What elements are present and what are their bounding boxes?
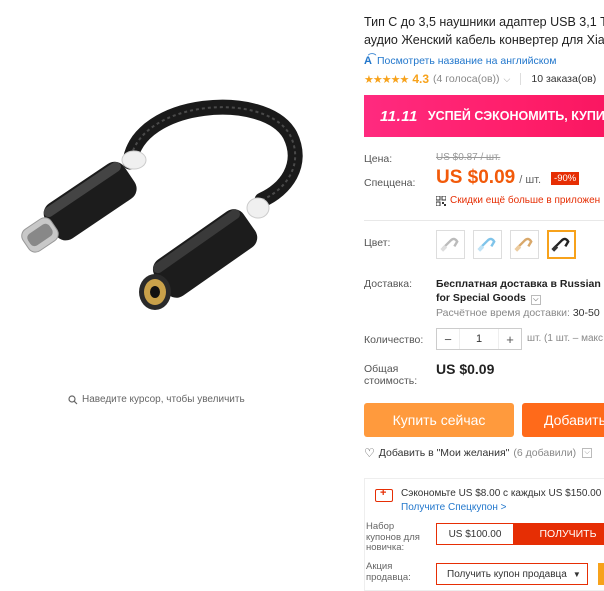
shipping-method-line-2: for Special Goods [436,292,526,304]
wishlist-link[interactable]: ♡ Добавить в "Мои желания" (6 добавили) … [364,446,593,460]
quantity-input[interactable] [459,329,499,349]
special-price-label: Спеццена: [364,177,416,189]
get-special-coupon-link[interactable]: Получите Спецкупон > [401,502,507,513]
seller-coupon-extra[interactable] [598,563,604,585]
product-gallery: Наведите курсор, чтобы увеличить [0,0,356,591]
translate-link[interactable]: A͡ Посмотреть название на английском [364,55,556,67]
price-label: Цена: [364,153,393,165]
special-price: US $0.09 / шт. -90% [436,167,580,189]
shipping-eta-label: Расчётное время доставки: [436,307,570,319]
product-title: Тип С до 3,5 наушники адаптер USB 3,1 Т … [364,13,604,49]
buy-now-button[interactable]: Купить сейчас [364,403,514,437]
color-swatch-silver[interactable] [436,230,465,259]
seller-promo-label: Акция продавца: [366,561,411,583]
blue-adapter-thumb [477,237,496,252]
coupon-section: Сэкономьте US $8.00 с каждых US $150.00 … [364,478,604,591]
coupon-save-text: Сэкономьте US $8.00 с каждых US $150.00 [401,488,602,499]
star-rating-icon: ★★★★★ [364,73,409,86]
product-info: Тип С до 3,5 наушники адаптер USB 3,1 Т … [364,0,604,591]
chevron-down-icon[interactable]: ⌵ [582,448,593,458]
votes-count[interactable]: (4 голоса(ов)) [433,73,500,85]
qr-code-icon [436,195,446,206]
color-swatch-black[interactable] [547,230,576,259]
promo-text: УСПЕЙ СЭКОНОМИТЬ, КУПИ С [427,109,604,123]
orders-count: 10 заказа(ов) [531,73,597,85]
newbie-coupon: US $100.00 ПОЛУЧИТЬ [436,523,604,545]
price-unit: / шт. [519,174,542,186]
product-image[interactable] [0,80,356,340]
promo-banner[interactable]: 11.11 УСПЕЙ СЭКОНОМИТЬ, КУПИ С [364,95,604,137]
chevron-down-icon[interactable]: ⌵ [504,74,511,85]
shipping-method[interactable]: Бесплатная доставка в Russian Fe for Spe… [436,277,604,305]
wishlist-count: (6 добавили) [513,447,577,459]
wishlist-text: Добавить в "Мои желания" [378,447,510,459]
total-label-line-1: Общая [364,363,399,375]
shipping-eta: Расчётное время доставки: 30-50 [436,307,600,319]
zoom-hint-text: Наведите курсор, чтобы увеличить [82,394,245,405]
section-divider [364,220,604,221]
add-to-cart-button[interactable]: Добавить [522,403,604,437]
shipping-method-line-1: Бесплатная доставка в Russian Fe [436,278,604,290]
translate-link-text: Посмотреть название на английском [376,55,557,67]
color-label: Цвет: [364,237,391,249]
old-price: US $0.87 / шт. [436,152,501,163]
title-line-1: Тип С до 3,5 наушники адаптер USB 3,1 Т [364,15,604,29]
seller-coupon-text: Получить купон продавца [447,568,567,580]
gold-adapter-thumb [514,237,533,252]
app-promo-text: Скидки ещё больше в приложен [450,195,601,206]
color-swatch-gold[interactable] [510,230,539,259]
shipping-eta-value: 30-50 [572,307,600,319]
coupon-icon [375,487,393,502]
silver-adapter-thumb [440,237,459,252]
total-label: Общая стоимость: [364,363,417,387]
heart-icon: ♡ [364,446,375,460]
black-adapter-thumb [551,237,570,252]
total-price: US $0.09 [436,361,495,377]
quantity-stepper: − + [436,328,522,350]
newbie-coupon-value: US $100.00 [436,523,514,545]
get-newbie-coupon-button[interactable]: ПОЛУЧИТЬ [514,523,604,545]
promo-badge: 11.11 [380,107,418,125]
seller-coupon-dropdown[interactable]: Получить купон продавца ▼ [436,563,588,585]
caret-down-icon: ▼ [572,569,581,579]
total-label-line-2: стоимость: [364,375,418,387]
rating-value: 4.3 [412,72,429,86]
magnifier-icon [68,394,78,404]
zoom-hint: Наведите курсор, чтобы увеличить [68,394,245,405]
chevron-down-icon[interactable]: ⌵ [530,295,541,305]
discount-badge: -90% [551,172,580,185]
title-line-2: аудио Женский кабель конвертер для Xia [364,33,604,47]
shipping-label: Доставка: [364,278,413,290]
divider [520,73,522,85]
quantity-label: Количество: [364,334,424,346]
quantity-decrease-button[interactable]: − [437,329,459,349]
quantity-increase-button[interactable]: + [499,329,521,349]
special-price-value: US $0.09 [436,167,516,188]
newbie-coupon-label: Набор купонов для новичка: [366,521,420,553]
rating-row: ★★★★★ 4.3 (4 голоса(ов)) ⌵ 10 заказа(ов) [364,71,596,87]
translate-icon: A͡ [364,55,372,67]
color-swatches [436,230,576,259]
app-promo-link[interactable]: Скидки ещё больше в приложен [436,195,600,206]
color-swatch-blue[interactable] [473,230,502,259]
quantity-note: шт. (1 шт. – макс [527,333,604,344]
